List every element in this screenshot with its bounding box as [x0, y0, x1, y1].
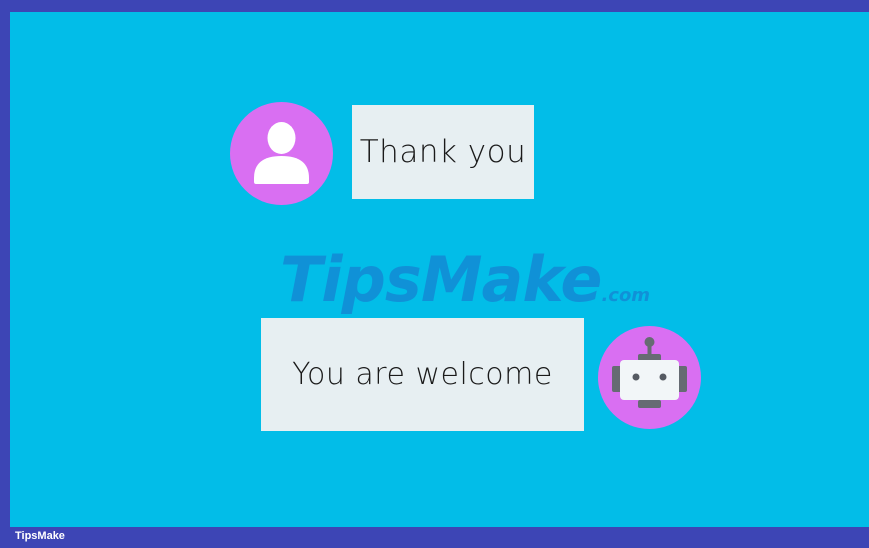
- bot-avatar: [598, 326, 701, 429]
- user-icon: [254, 122, 309, 184]
- footer-label: TipsMake: [15, 530, 65, 542]
- bot-message-bubble: You are welcome: [261, 318, 584, 431]
- user-message-bubble: Thank you: [352, 105, 534, 199]
- user-avatar: [230, 102, 333, 205]
- bot-message-text: You are welcome: [292, 357, 553, 392]
- robot-icon: [612, 337, 687, 408]
- chat-illustration: Thank you TipsMake.com You are welcome: [10, 12, 869, 527]
- watermark-brand: TipsMake: [280, 243, 602, 316]
- watermark: TipsMake.com: [280, 240, 650, 320]
- watermark-suffix: .com: [601, 285, 651, 306]
- footer-bar: TipsMake: [0, 527, 869, 548]
- user-message-text: Thank you: [359, 134, 527, 170]
